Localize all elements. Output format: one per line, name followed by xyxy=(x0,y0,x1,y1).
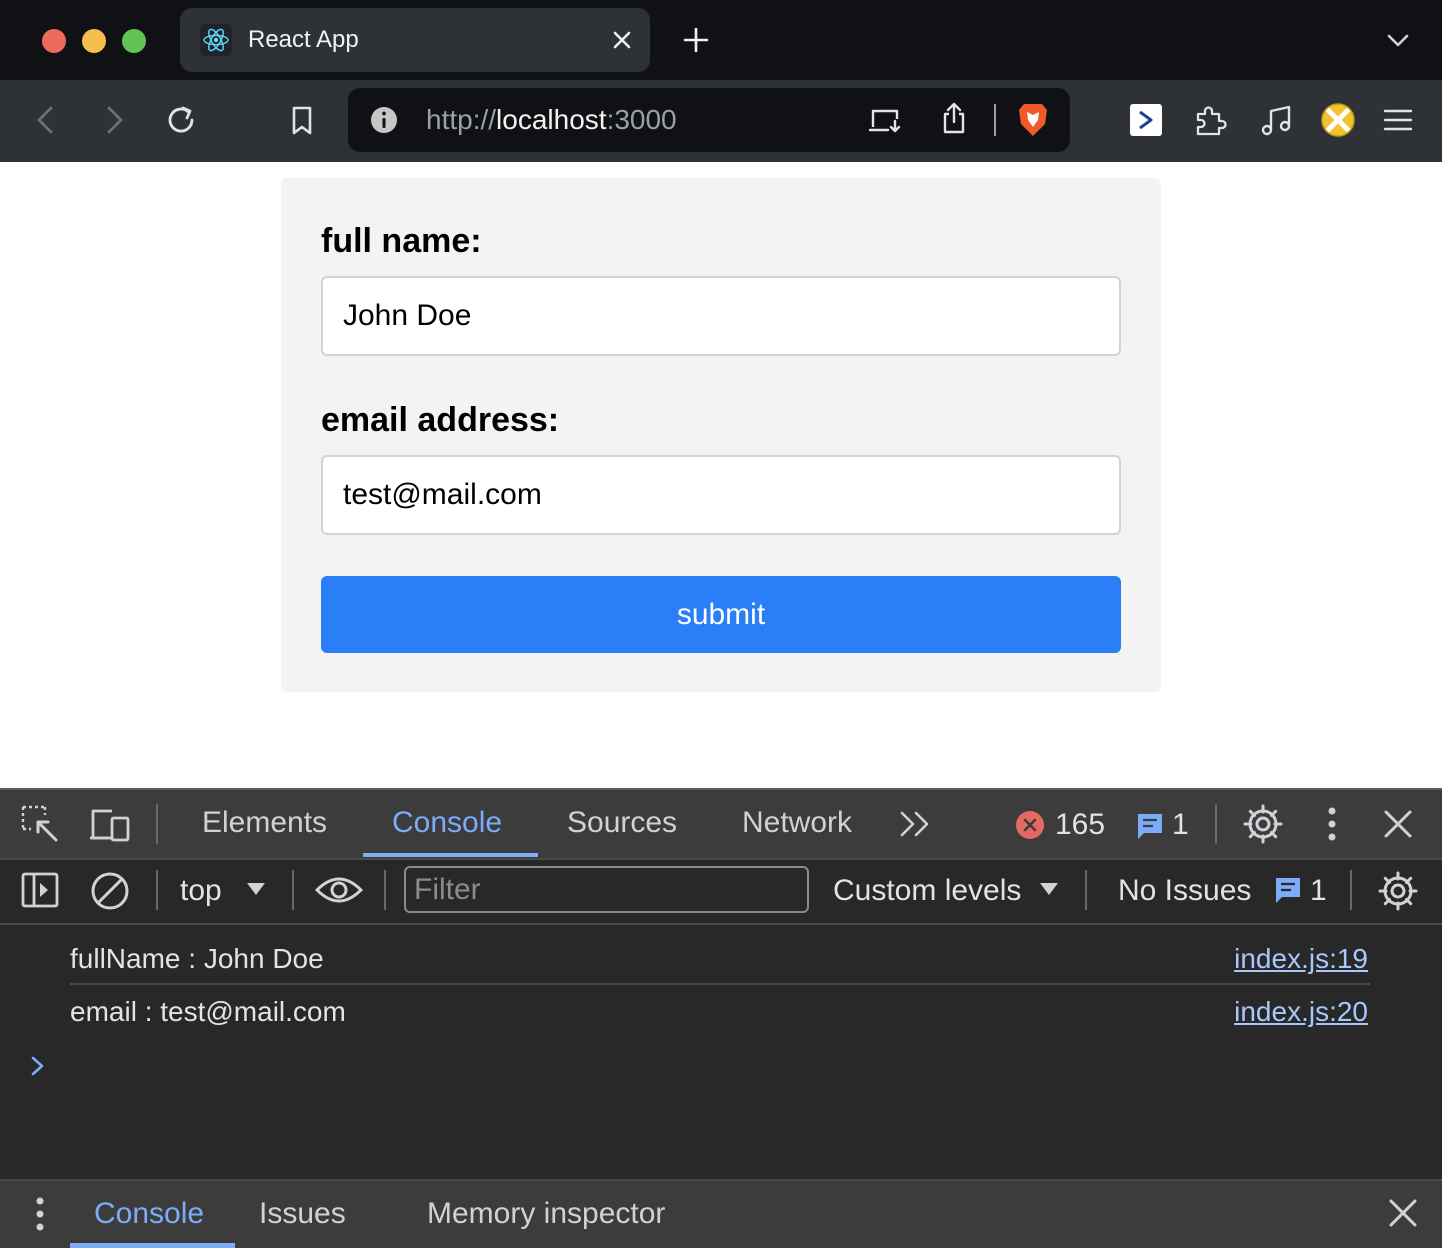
drawer-tab-memory-inspector[interactable]: Memory inspector xyxy=(427,1197,665,1231)
message-count[interactable]: 1 xyxy=(1172,808,1189,842)
issues-label[interactable]: No Issues xyxy=(1118,874,1251,908)
bookmark-icon[interactable] xyxy=(282,100,322,140)
full-name-input[interactable] xyxy=(321,276,1121,356)
back-arrow-icon[interactable] xyxy=(26,100,66,140)
devtools-close-icon[interactable] xyxy=(1380,806,1416,842)
show-sidebar-icon[interactable] xyxy=(20,870,60,910)
extension-devtools-icon[interactable] xyxy=(1128,102,1164,138)
window-zoom-button[interactable] xyxy=(122,29,146,53)
message-icon[interactable] xyxy=(1135,811,1165,841)
console-log-message: fullName : John Doe xyxy=(70,943,324,974)
context-dropdown-caret-icon[interactable] xyxy=(245,880,267,898)
tab-elements[interactable]: Elements xyxy=(202,806,327,840)
forward-arrow-icon[interactable] xyxy=(94,100,134,140)
inspect-element-icon[interactable] xyxy=(20,804,60,844)
filter-bar-divider xyxy=(292,870,294,910)
tab-sources[interactable]: Sources xyxy=(567,806,677,840)
submit-button[interactable]: submit xyxy=(321,576,1121,653)
filter-bar-divider xyxy=(384,870,386,910)
console-log-source-link[interactable]: index.js:20 xyxy=(1234,996,1368,1028)
log-levels-dropdown[interactable]: Custom levels xyxy=(833,874,1021,908)
devtools-toolbar-divider xyxy=(156,804,158,844)
console-log-divider xyxy=(70,983,1370,985)
issues-count[interactable]: 1 xyxy=(1310,874,1327,908)
live-expression-eye-icon[interactable] xyxy=(314,872,364,908)
url-host: localhost xyxy=(496,104,607,135)
console-log-message: email : test@mail.com xyxy=(70,996,346,1027)
media-music-note-icon[interactable] xyxy=(1258,102,1294,138)
tab-console[interactable]: Console xyxy=(392,806,502,840)
window-close-button[interactable] xyxy=(42,29,66,53)
tab-console-active-indicator xyxy=(363,853,538,857)
device-toolbar-icon[interactable] xyxy=(88,804,132,844)
window-minimize-button[interactable] xyxy=(82,29,106,53)
devtools-more-options-icon[interactable] xyxy=(1318,804,1346,844)
clear-console-icon[interactable] xyxy=(89,870,131,912)
react-logo-icon xyxy=(200,24,232,56)
filter-bar-divider xyxy=(1350,870,1352,910)
drawer-tab-console[interactable]: Console xyxy=(94,1197,204,1231)
settings-gear-icon[interactable] xyxy=(1242,803,1284,845)
error-icon[interactable] xyxy=(1014,809,1046,841)
more-tabs-chevron-icon[interactable] xyxy=(898,808,934,840)
issues-message-icon[interactable] xyxy=(1273,875,1303,905)
url-text[interactable]: http://localhost:3000 xyxy=(426,104,677,136)
browser-menu-icon[interactable] xyxy=(1380,102,1416,138)
drawer-close-icon[interactable] xyxy=(1386,1196,1420,1230)
error-count[interactable]: 165 xyxy=(1055,808,1105,842)
email-label: email address: xyxy=(321,401,560,439)
new-tab-plus-icon[interactable] xyxy=(680,24,712,56)
context-selector[interactable]: top xyxy=(180,874,222,908)
full-name-label: full name: xyxy=(321,222,482,260)
address-bar-divider xyxy=(994,104,996,136)
reload-icon[interactable] xyxy=(161,100,201,140)
site-info-icon[interactable] xyxy=(368,104,400,136)
profile-avatar-icon[interactable] xyxy=(1320,102,1356,138)
brave-shields-icon[interactable] xyxy=(1016,101,1050,139)
drawer-more-options-icon[interactable] xyxy=(26,1194,54,1234)
tab-list-chevron-down-icon[interactable] xyxy=(1382,24,1414,56)
log-levels-caret-icon[interactable] xyxy=(1038,880,1060,898)
console-settings-gear-icon[interactable] xyxy=(1377,870,1419,912)
filter-bar-divider xyxy=(156,870,158,910)
url-port: :3000 xyxy=(606,104,677,135)
console-filter-input[interactable] xyxy=(404,866,809,913)
url-scheme: http:// xyxy=(426,104,497,135)
devtools-drawer-tab-bar xyxy=(0,1179,1442,1248)
drawer-tab-issues[interactable]: Issues xyxy=(259,1197,346,1231)
drawer-tab-console-active-indicator xyxy=(70,1243,235,1248)
cast-install-icon[interactable] xyxy=(868,104,904,136)
share-icon[interactable] xyxy=(938,100,970,136)
tab-network[interactable]: Network xyxy=(742,806,852,840)
email-input[interactable] xyxy=(321,455,1121,535)
console-log-source-link[interactable]: index.js:19 xyxy=(1234,943,1368,975)
devtools-toolbar-divider xyxy=(1215,804,1217,844)
extensions-puzzle-icon[interactable] xyxy=(1192,102,1228,138)
filter-bar-divider xyxy=(1085,870,1087,910)
tab-close-icon[interactable] xyxy=(606,24,638,56)
console-prompt-chevron-icon[interactable] xyxy=(28,1052,48,1080)
tab-title: React App xyxy=(248,26,359,53)
